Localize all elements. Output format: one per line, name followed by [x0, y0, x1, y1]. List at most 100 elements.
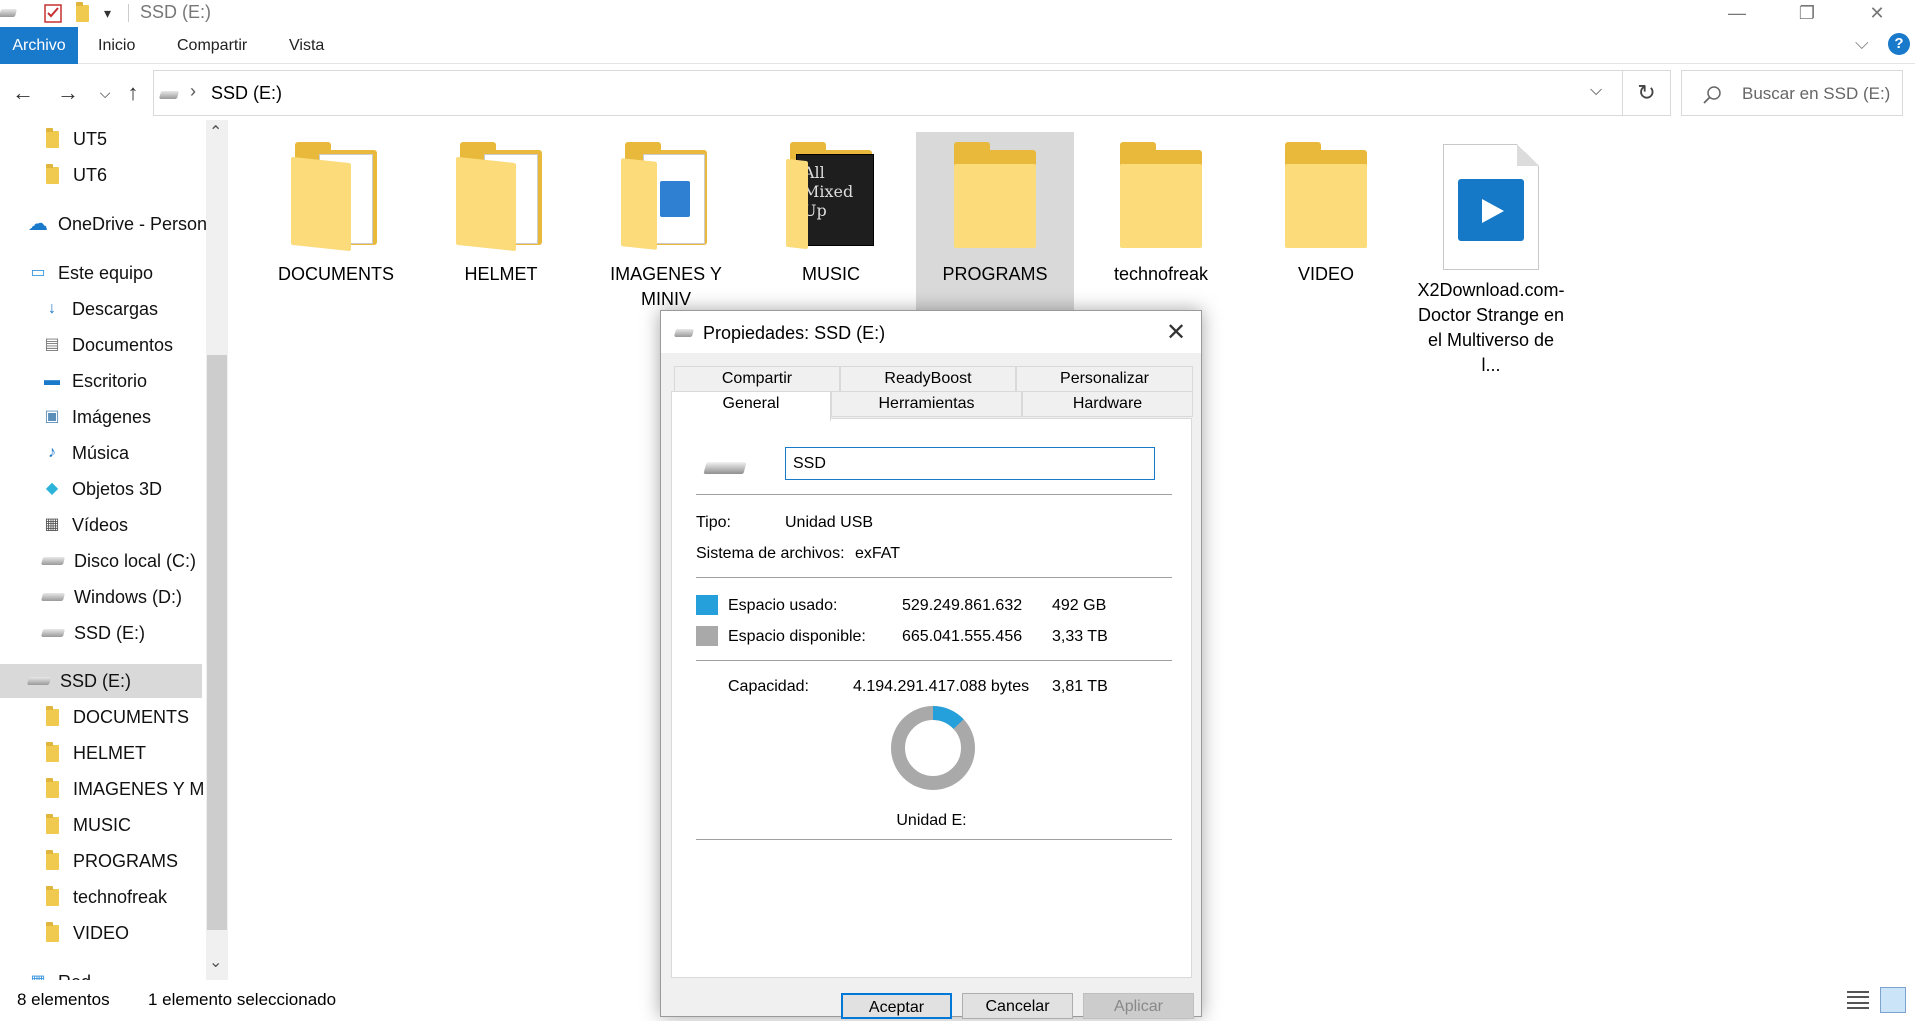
- title-bar: ▾ SSD (E:) — ❐ ✕: [0, 0, 1915, 27]
- file-item-helmet[interactable]: HELMET: [426, 140, 576, 287]
- file-item-programs[interactable]: PROGRAMS: [916, 132, 1074, 312]
- sidebar-item-label: OneDrive - Person: [58, 213, 206, 234]
- capacity-human: 3,81 TB: [1052, 678, 1108, 695]
- sidebar-item-label: Disco local (C:): [74, 550, 197, 571]
- file-name: HELMET: [464, 264, 538, 284]
- sidebar-item-ssd-e[interactable]: SSD (E:): [40, 616, 146, 650]
- help-icon[interactable]: ?: [1888, 33, 1910, 55]
- sidebar-item-label: Windows (D:): [74, 586, 183, 607]
- sidebar-item-musica[interactable]: ♪ Música: [42, 436, 129, 470]
- expand-ribbon-icon[interactable]: ⌵: [1855, 33, 1869, 54]
- sidebar-item-programs[interactable]: PROGRAMS: [46, 844, 178, 878]
- tab-hardware[interactable]: Hardware: [1022, 391, 1193, 417]
- used-space-label: Espacio usado:: [728, 597, 838, 614]
- tab-personalizar[interactable]: Personalizar: [1016, 366, 1193, 392]
- recent-locations-button[interactable]: ⌵: [90, 78, 120, 108]
- capacity-label: Capacidad:: [728, 678, 809, 695]
- scrollbar-thumb[interactable]: [207, 355, 227, 930]
- apply-button[interactable]: Aplicar: [1083, 993, 1194, 1019]
- tab-compartir[interactable]: Compartir: [167, 27, 257, 64]
- tab-inicio[interactable]: Inicio: [88, 27, 145, 64]
- file-item-video[interactable]: VIDEO: [1251, 140, 1401, 287]
- tab-archivo[interactable]: Archivo: [0, 27, 78, 64]
- filesystem-value: exFAT: [855, 545, 901, 562]
- drive-icon: [40, 593, 66, 601]
- sidebar-item-escritorio[interactable]: ▬ Escritorio: [42, 364, 147, 398]
- close-button[interactable]: ✕: [1847, 0, 1907, 27]
- drive-letter-label: Unidad E:: [896, 812, 967, 829]
- cancel-button[interactable]: Cancelar: [962, 993, 1073, 1019]
- properties-icon[interactable]: [44, 2, 62, 24]
- item-count: 8 elementos: [17, 990, 110, 1009]
- scroll-down-icon[interactable]: ⌄: [209, 952, 222, 972]
- dialog-close-button[interactable]: ✕: [1161, 317, 1191, 347]
- sidebar-item-documents[interactable]: DOCUMENTS: [46, 700, 189, 734]
- sidebar-scrollbar[interactable]: ⌃ ⌄: [206, 120, 228, 980]
- file-item-x2download[interactable]: X2Download.com-Doctor Strange en el Mult…: [1416, 140, 1566, 378]
- filesystem-label: Sistema de archivos:: [696, 545, 845, 562]
- sidebar-item-imagenes-y-mini[interactable]: IMAGENES Y MINI: [46, 772, 206, 806]
- sidebar-item-technofreak[interactable]: technofreak: [46, 880, 167, 914]
- sidebar-item-windows-d[interactable]: Windows (D:): [40, 580, 183, 614]
- sidebar-item-documentos[interactable]: ▤ Documentos: [42, 328, 173, 362]
- address-dropdown-icon[interactable]: ⌵: [1590, 82, 1602, 100]
- back-button[interactable]: ←: [8, 78, 38, 108]
- search-placeholder: Buscar en SSD (E:): [1742, 84, 1891, 103]
- tab-general[interactable]: General: [671, 391, 831, 421]
- folder-icon: [46, 921, 59, 942]
- up-button[interactable]: ↑: [118, 78, 148, 108]
- refresh-button[interactable]: ↻: [1623, 70, 1671, 116]
- drive-icon: [673, 329, 695, 337]
- drive-icon: [40, 557, 66, 565]
- folder-icon: [46, 777, 59, 798]
- forward-button[interactable]: →: [53, 78, 83, 108]
- sidebar-item-objetos-3d[interactable]: ◆ Objetos 3D: [42, 472, 162, 506]
- computer-icon: ▭: [30, 264, 46, 281]
- scroll-up-icon[interactable]: ⌃: [209, 122, 222, 142]
- file-item-documents[interactable]: DOCUMENTS: [261, 140, 411, 287]
- sidebar-item-ut6[interactable]: UT6: [46, 158, 107, 192]
- address-bar[interactable]: › SSD (E:) ⌵: [153, 70, 1623, 116]
- address-text[interactable]: SSD (E:): [211, 83, 282, 104]
- search-input[interactable]: Buscar en SSD (E:): [1681, 70, 1903, 116]
- sidebar-item-label: SSD (E:): [74, 622, 146, 643]
- sidebar-item-helmet[interactable]: HELMET: [46, 736, 146, 770]
- sidebar-item-videos[interactable]: ▦ Vídeos: [42, 508, 128, 542]
- chevron-right-icon[interactable]: ›: [190, 81, 196, 102]
- tab-compartir[interactable]: Compartir: [674, 366, 840, 392]
- file-name: PROGRAMS: [942, 264, 1048, 284]
- sidebar-item-label: DOCUMENTS: [73, 706, 189, 727]
- file-item-technofreak[interactable]: technofreak: [1086, 140, 1236, 287]
- sidebar-item-onedrive[interactable]: ☁ OneDrive - Person: [28, 207, 206, 241]
- sidebar-item-music[interactable]: MUSIC: [46, 808, 131, 842]
- sidebar-item-ssd-e-root[interactable]: SSD (E:): [0, 664, 202, 698]
- ribbon: Archivo Inicio Compartir Vista ⌵ ?: [0, 27, 1915, 64]
- sidebar-item-este-equipo[interactable]: ▭ Este equipo: [28, 256, 153, 290]
- tab-vista[interactable]: Vista: [279, 27, 334, 64]
- sidebar-item-label: Escritorio: [72, 370, 148, 391]
- tab-readyboost[interactable]: ReadyBoost: [840, 366, 1016, 392]
- sidebar-item-label: Imágenes: [72, 406, 152, 427]
- folder-icon: [456, 140, 546, 252]
- sidebar-item-ut5[interactable]: UT5: [46, 122, 107, 156]
- sidebar-item-imagenes[interactable]: ▣ Imágenes: [42, 400, 151, 434]
- tipo-label: Tipo:: [696, 514, 731, 531]
- quick-access-dropdown[interactable]: ▾: [104, 2, 111, 24]
- sidebar-item-disco-c[interactable]: Disco local (C:): [40, 544, 197, 578]
- details-view-icon[interactable]: [1847, 989, 1869, 1011]
- drive-name-input[interactable]: [785, 447, 1155, 480]
- sidebar-item-video[interactable]: VIDEO: [46, 916, 129, 950]
- ok-button[interactable]: Aceptar: [841, 993, 952, 1019]
- file-item-imagenes[interactable]: IMAGENES Y MINIV: [591, 140, 741, 312]
- sidebar-item-red[interactable]: ▦ Red: [28, 965, 91, 981]
- sidebar-item-label: Descargas: [72, 298, 159, 319]
- large-icons-view-icon[interactable]: [1880, 987, 1906, 1013]
- minimize-button[interactable]: —: [1707, 0, 1767, 27]
- sidebar-item-label: MUSIC: [73, 814, 131, 835]
- restore-button[interactable]: ❐: [1777, 0, 1837, 27]
- sidebar-item-descargas[interactable]: ↓ Descargas: [42, 292, 158, 326]
- tab-herramientas[interactable]: Herramientas: [831, 391, 1022, 417]
- file-item-music[interactable]: All Mixed Up MUSIC: [756, 140, 906, 287]
- new-folder-icon[interactable]: [76, 1, 89, 24]
- separator: [696, 577, 1172, 578]
